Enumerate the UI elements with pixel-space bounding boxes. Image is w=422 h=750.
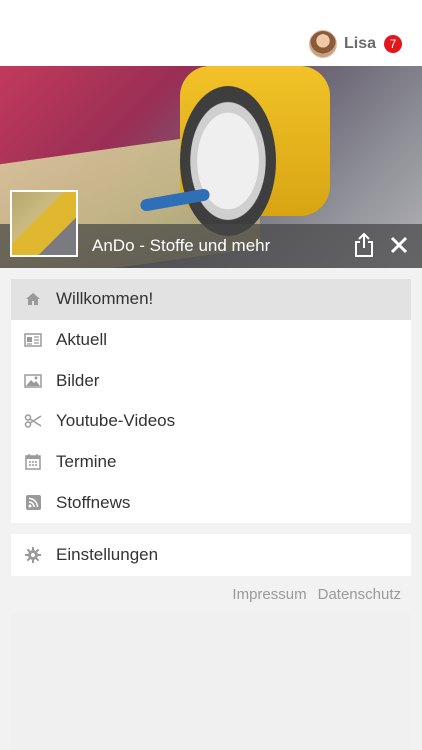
menu-item-youtube-videos[interactable]: Youtube-Videos — [11, 401, 411, 442]
gear-icon — [24, 546, 42, 564]
hero-image-wheel — [180, 86, 276, 236]
scissors-icon — [24, 412, 42, 430]
user-profile[interactable]: Lisa 7 — [308, 29, 402, 59]
menu-item-stoffnews[interactable]: Stoffnews — [11, 482, 411, 523]
menu-item-willkommen[interactable]: Willkommen! — [11, 279, 411, 320]
impressum-link[interactable]: Impressum — [232, 586, 306, 603]
image-icon — [24, 372, 42, 390]
newspaper-icon — [24, 331, 42, 349]
rss-icon — [24, 494, 42, 512]
hero-banner: AnDo - Stoffe und mehr — [0, 66, 422, 268]
menu-item-label: Youtube-Videos — [56, 411, 176, 431]
menu-item-bilder[interactable]: Bilder — [11, 360, 411, 401]
share-icon — [355, 232, 373, 257]
datenschutz-link[interactable]: Datenschutz — [318, 586, 401, 603]
footer-links: Impressum Datenschutz — [232, 586, 401, 603]
menu-item-label: Termine — [56, 452, 117, 472]
menu-item-einstellungen[interactable]: Einstellungen — [11, 534, 411, 576]
close-icon — [390, 236, 408, 254]
menu-item-termine[interactable]: Termine — [11, 442, 411, 483]
menu-item-label: Bilder — [56, 370, 100, 390]
bottom-area — [11, 614, 411, 750]
menu-item-label: Willkommen! — [56, 289, 154, 309]
menu-item-label: Stoffnews — [56, 492, 131, 512]
avatar[interactable] — [308, 30, 337, 58]
share-button[interactable] — [350, 230, 378, 260]
app-thumbnail — [10, 190, 78, 257]
notification-badge[interactable]: 7 — [384, 35, 402, 53]
top-bar: Lisa 7 — [0, 0, 422, 66]
username[interactable]: Lisa — [344, 35, 376, 53]
calendar-icon — [24, 453, 42, 471]
home-icon — [24, 290, 42, 308]
page-title: AnDo - Stoffe und mehr — [92, 236, 271, 255]
navigation-menu: Willkommen! Aktuell Bilder Youtube-Video… — [11, 279, 411, 523]
close-button[interactable] — [385, 230, 413, 260]
menu-item-aktuell[interactable]: Aktuell — [11, 320, 411, 361]
settings-label: Einstellungen — [56, 545, 159, 564]
menu-item-label: Aktuell — [56, 330, 108, 350]
